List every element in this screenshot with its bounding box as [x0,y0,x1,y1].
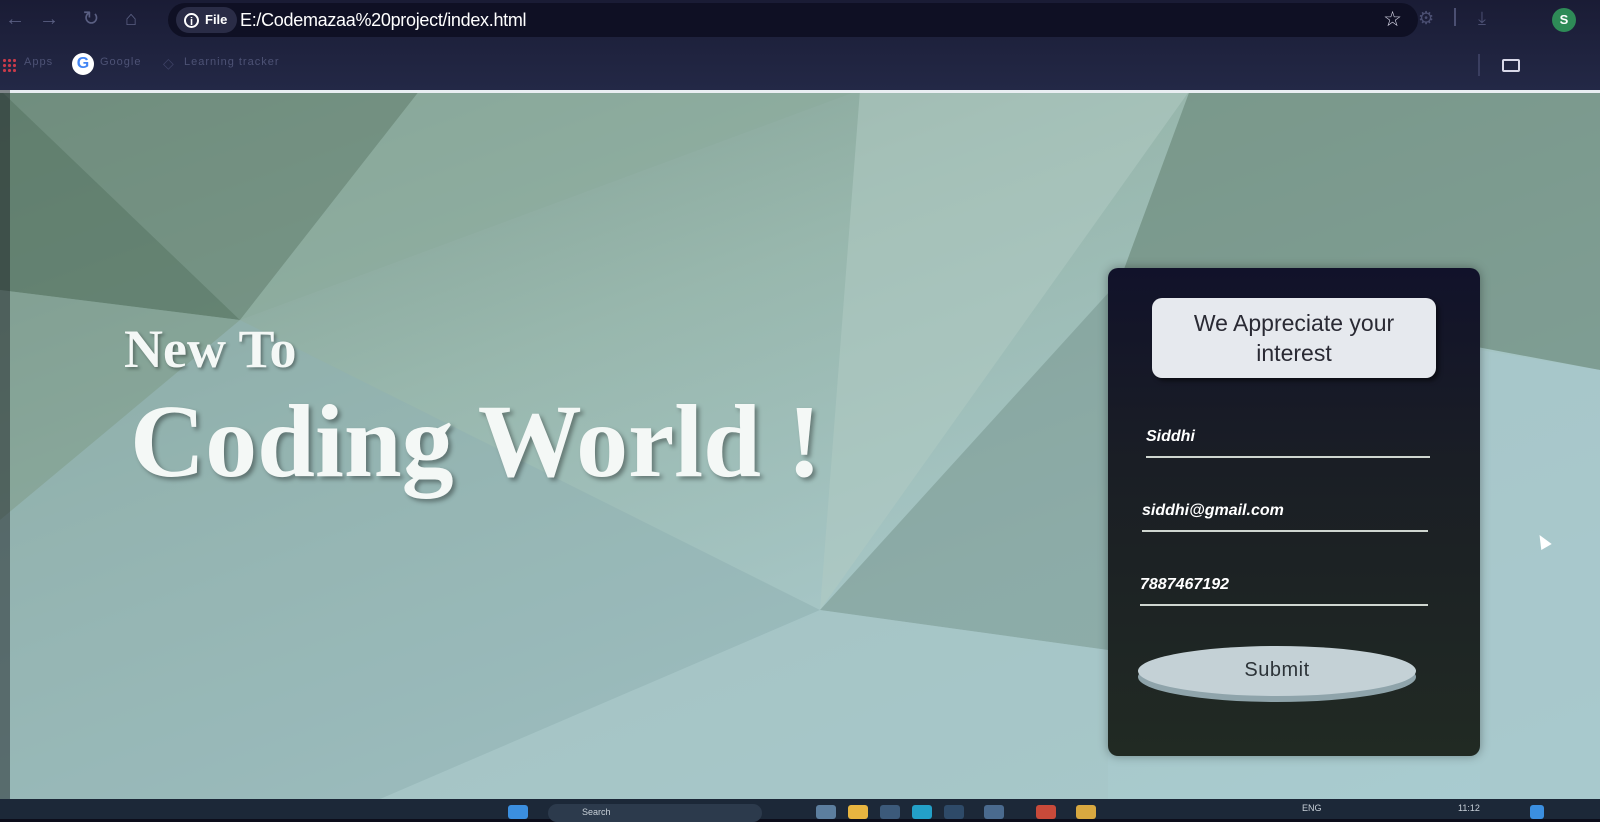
app-icon[interactable] [1076,805,1096,819]
notification-icon[interactable] [1530,805,1544,819]
address-bar[interactable]: i File E:/Codemazaa%20project/index.html… [168,3,1418,37]
name-field[interactable]: Siddhi [1146,420,1430,458]
file-explorer-icon[interactable] [848,805,868,819]
bookmarks-bar: Apps G Google ◇ Learning tracker [0,48,1600,82]
info-icon: i [184,12,199,28]
email-field[interactable]: siddhi@gmail.com [1142,494,1428,532]
extensions-icon[interactable]: ⚙ [1418,8,1434,29]
page-viewport: New To Coding World ! We Appreciate your… [0,90,1600,799]
headline-coding-world: Coding World ! [130,384,822,499]
google-icon: G [72,53,94,75]
site-info-label: File [205,12,228,27]
chrome-icon[interactable] [1036,805,1056,819]
download-icon[interactable]: ⤓ [1478,8,1486,29]
vscode-icon[interactable] [984,805,1004,819]
apps-grid-icon[interactable] [2,58,16,72]
home-icon[interactable]: ⌂ [118,6,144,32]
mail-icon[interactable] [944,805,964,819]
browser-chrome: ← → ↻ ⌂ i File E:/Codemazaa%20project/in… [0,0,1600,90]
back-arrow-icon[interactable]: ← [2,6,28,32]
bookmarks-divider [1478,54,1480,76]
url-text[interactable]: E:/Codemazaa%20project/index.html [240,3,527,37]
bookmark-google[interactable]: Google [100,56,141,68]
os-taskbar: Search ENG 11:12 [0,799,1600,822]
site-info-chip[interactable]: i File [176,7,238,33]
bookmark-learning[interactable]: Learning tracker [184,56,280,68]
language-indicator[interactable]: ENG [1302,803,1322,813]
headline-new-to: New To [124,319,297,379]
bookmark-star-icon[interactable]: ☆ [1383,7,1402,33]
signup-form-card: We Appreciate your interest Siddhi siddh… [1108,268,1480,756]
store-icon[interactable] [880,805,900,819]
clock[interactable]: 11:12 [1458,803,1480,813]
bookmark-apps[interactable]: Apps [24,56,53,68]
taskbar-search-label: Search [582,807,611,817]
submit-button[interactable]: Submit [1138,646,1416,696]
taskbar-search[interactable]: Search [548,804,762,822]
folder-icon[interactable] [1502,59,1520,72]
start-icon[interactable] [508,805,528,819]
toolbar-divider [1454,8,1456,26]
phone-field[interactable]: 7887467192 [1140,568,1428,606]
reload-icon[interactable]: ↻ [78,6,104,32]
profile-avatar[interactable]: S [1552,8,1576,32]
widgets-icon[interactable] [816,805,836,819]
form-heading: We Appreciate your interest [1152,298,1436,378]
forward-arrow-icon[interactable]: → [36,6,62,32]
edge-icon[interactable] [912,805,932,819]
diamond-icon: ◇ [163,55,174,71]
